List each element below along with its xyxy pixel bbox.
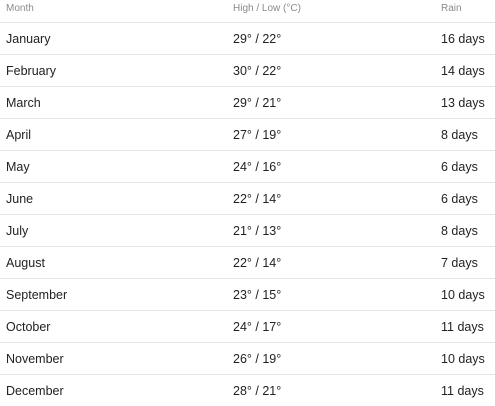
rain-cell: 13 days [441,96,485,110]
temperature-cell: 22° / 14° [233,192,282,206]
table-row: June 22° / 14° 6 days [0,183,495,215]
table-row: April 27° / 19° 8 days [0,119,495,151]
month-cell: December [6,384,64,398]
temperature-cell: 23° / 15° [233,288,282,302]
rain-cell: 16 days [441,32,485,46]
table-row: January 29° / 22° 16 days [0,23,495,55]
month-cell: February [6,64,57,78]
table-row: September 23° / 15° 10 days [0,279,495,311]
month-cell: August [6,256,45,270]
table-row: November 26° / 19° 10 days [0,343,495,375]
table-header: Month High / Low (°C) Rain [0,0,495,23]
rain-cell: 7 days [441,256,478,270]
temperature-cell: 28° / 21° [233,384,282,398]
temperature-cell: 27° / 19° [233,128,282,142]
temperature-cell: 30° / 22° [233,64,282,78]
month-cell: January [6,32,51,46]
temperature-column-header: High / Low (°C) [233,3,301,14]
table-row: August 22° / 14° 7 days [0,247,495,279]
temperature-cell: 29° / 22° [233,32,282,46]
rain-cell: 14 days [441,64,485,78]
temperature-cell: 26° / 19° [233,352,282,366]
rain-cell: 10 days [441,288,485,302]
table-row: March 29° / 21° 13 days [0,87,495,119]
month-cell: May [6,160,30,174]
rain-cell: 10 days [441,352,485,366]
month-cell: June [6,192,34,206]
temperature-cell: 24° / 17° [233,320,282,334]
month-cell: October [6,320,51,334]
temperature-cell: 29° / 21° [233,96,282,110]
climate-table: Month High / Low (°C) Rain January 29° /… [0,0,495,406]
table-row: May 24° / 16° 6 days [0,151,495,183]
rain-cell: 11 days [441,384,484,398]
table-row: July 21° / 13° 8 days [0,215,495,247]
rain-cell: 8 days [441,128,478,142]
month-column-header: Month [6,3,34,14]
table-row: October 24° / 17° 11 days [0,311,495,343]
temperature-cell: 22° / 14° [233,256,282,270]
month-cell: September [6,288,68,302]
rain-cell: 6 days [441,192,478,206]
rain-cell: 11 days [441,320,484,334]
month-cell: March [6,96,41,110]
table-row: December 28° / 21° 11 days [0,375,495,406]
temperature-cell: 21° / 13° [233,224,282,238]
rain-cell: 6 days [441,160,478,174]
rain-cell: 8 days [441,224,478,238]
month-cell: July [6,224,29,238]
rain-column-header: Rain [441,3,462,14]
month-cell: April [6,128,32,142]
temperature-cell: 24° / 16° [233,160,282,174]
table-row: February 30° / 22° 14 days [0,55,495,87]
month-cell: November [6,352,64,366]
